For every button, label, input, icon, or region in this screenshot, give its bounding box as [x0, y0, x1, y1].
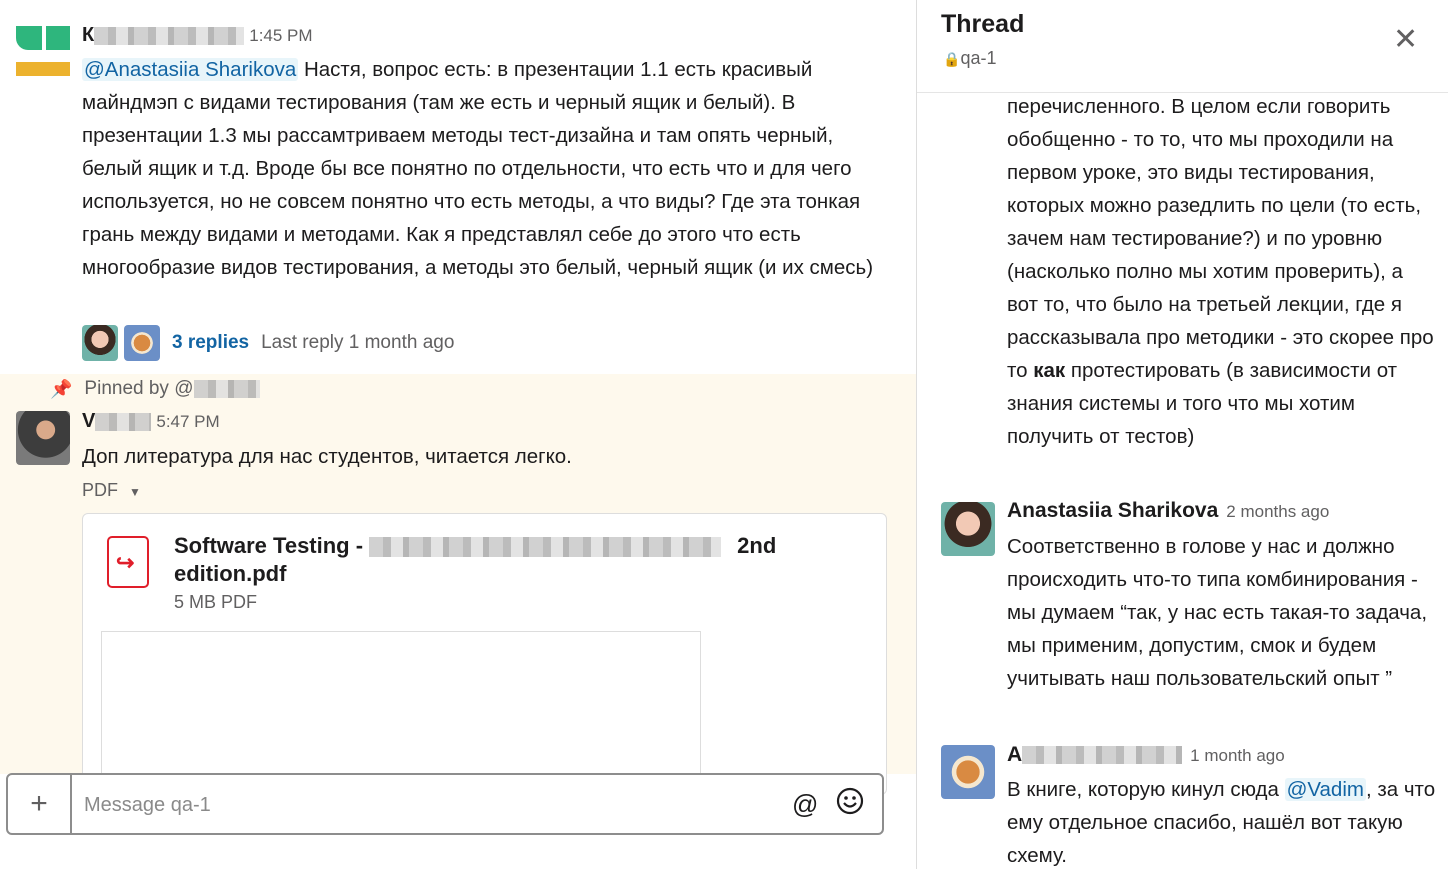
thread-title: Thread: [941, 10, 1025, 38]
avatar[interactable]: [941, 745, 995, 799]
caret-down-icon: ▼: [129, 485, 141, 499]
close-icon[interactable]: ✕: [1393, 22, 1418, 57]
avatar[interactable]: [16, 411, 70, 465]
lock-icon: 🔒: [943, 51, 961, 67]
thread-header: Thread 🔒qa-1 ✕: [917, 0, 1448, 93]
file-preview[interactable]: [101, 631, 701, 794]
pinned-by-line: 📌 Pinned by @: [50, 378, 260, 400]
thread-channel[interactable]: 🔒qa-1: [943, 48, 996, 69]
author-name[interactable]: К: [82, 24, 94, 46]
avatar[interactable]: [941, 502, 995, 556]
message-header: V 5:47 PM: [82, 410, 220, 433]
thread-pane: Thread 🔒qa-1 ✕ перечисленного. В целом е…: [916, 0, 1448, 869]
reply-author: Anastasiia Sharikova 2 months ago: [1007, 499, 1330, 522]
author-name[interactable]: V: [82, 410, 95, 432]
avatar: [124, 325, 160, 361]
thread-reply-text: В книге, которую кинул сюда @Vadim, за ч…: [1007, 778, 1436, 867]
message-input[interactable]: [82, 785, 766, 825]
message-text: Доп литература для нас студентов, читает…: [82, 445, 572, 468]
pin-icon: 📌: [50, 378, 73, 399]
timestamp[interactable]: 5:47 PM: [156, 412, 219, 431]
last-reply-text: Last reply 1 month ago: [261, 332, 455, 353]
redacted-title: [369, 537, 722, 558]
redacted-name: [94, 27, 245, 46]
message-text: Настя, вопрос есть: в презентации 1.1 ес…: [82, 58, 874, 279]
reply-time[interactable]: 1 month ago: [1190, 746, 1285, 765]
avatar[interactable]: [16, 26, 70, 80]
user-mention[interactable]: @Vadim: [1284, 778, 1366, 801]
file-type-label: PDF: [82, 480, 118, 500]
pdf-icon: ↪: [107, 536, 149, 588]
message-body: @Anastasiia Sharikova Настя, вопрос есть…: [82, 53, 882, 284]
redacted-name: [1022, 746, 1183, 765]
replies-link[interactable]: 3 replies: [172, 332, 249, 354]
message-header: К 1:45 PM: [82, 24, 313, 47]
reply-author: А1 month ago: [1007, 743, 1285, 766]
reply-time[interactable]: 2 months ago: [1226, 502, 1329, 521]
redacted-name: [193, 380, 260, 398]
file-type-toggle[interactable]: PDF ▼: [82, 480, 141, 501]
avatar: [82, 325, 118, 361]
file-meta: 5 MB PDF: [174, 592, 258, 612]
message-composer: + @: [6, 773, 884, 835]
pinned-label: Pinned by @: [84, 378, 194, 399]
thread-replies-bar[interactable]: 3 replies Last reply 1 month ago: [82, 325, 454, 361]
thread-reply-text: Соответственно в голове у нас и должно п…: [1007, 535, 1428, 690]
timestamp[interactable]: 1:45 PM: [249, 26, 312, 45]
redacted-name: [95, 413, 152, 432]
emoji-icon[interactable]: [836, 787, 864, 815]
file-attachment-card[interactable]: ↪ Software Testing - 2nd edition.pdf 5 M…: [82, 513, 887, 795]
file-name[interactable]: Software Testing - 2nd edition.pdf: [174, 532, 814, 588]
channel-pane: К 1:45 PM @Anastasiia Sharikova Настя, в…: [0, 0, 916, 869]
add-attachment-button[interactable]: +: [8, 775, 72, 833]
mention-icon[interactable]: @: [792, 789, 818, 820]
thread-reply-text: перечисленного. В целом если говорить об…: [1007, 95, 1434, 448]
user-mention[interactable]: @Anastasiia Sharikova: [82, 58, 299, 81]
